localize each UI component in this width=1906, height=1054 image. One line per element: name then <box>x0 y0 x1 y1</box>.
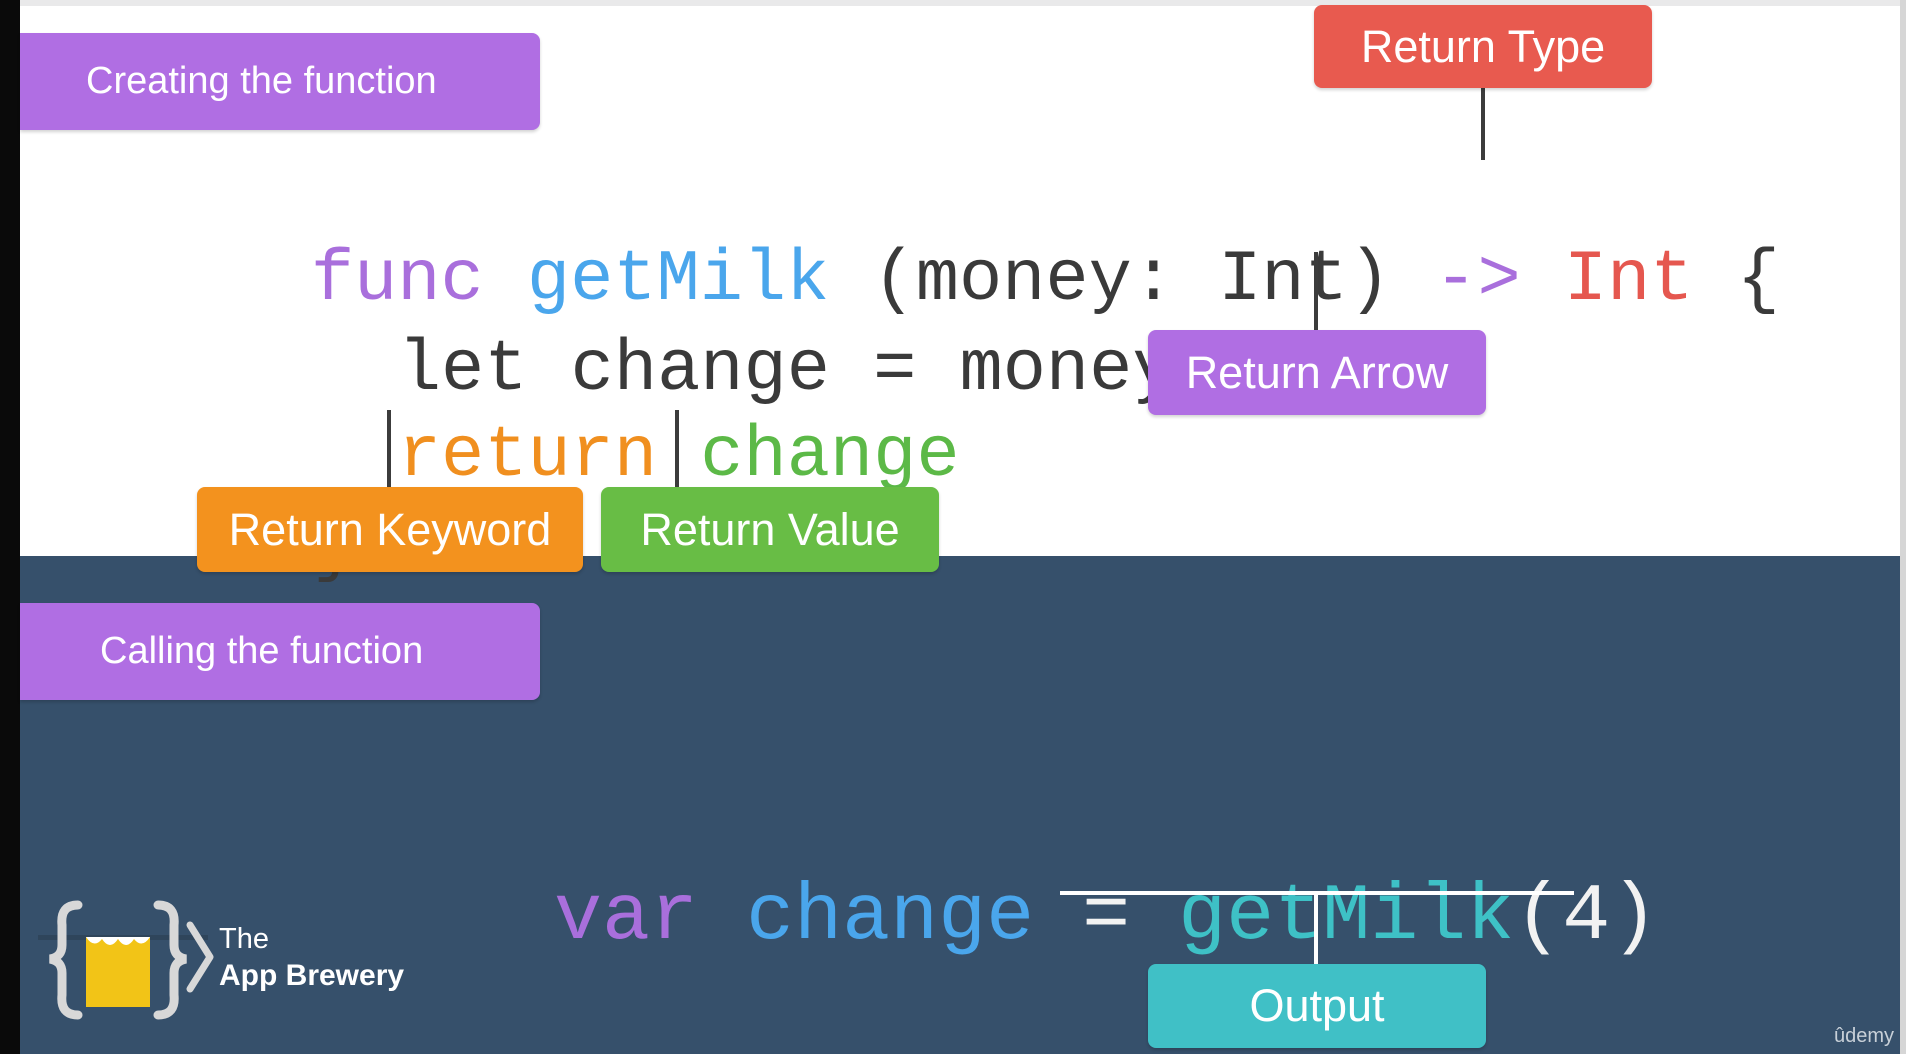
right-border <box>1900 0 1906 1054</box>
call-arguments: (4) <box>1514 872 1659 963</box>
return-type-code: Int <box>1563 239 1694 321</box>
return-arrow-code: -> <box>1434 239 1521 321</box>
return-type-connector <box>1481 86 1485 160</box>
open-brace: { <box>1736 239 1780 321</box>
brewery-mug-icon <box>38 900 214 1020</box>
call-function-name: getMilk <box>1178 872 1515 963</box>
output-label: Output <box>1148 964 1486 1048</box>
return-arrow-text: Return Arrow <box>1185 346 1449 398</box>
return-value-code: change <box>700 415 960 497</box>
return-type-text: Return Type <box>1360 20 1606 72</box>
return-arrow-label: Return Arrow <box>1148 330 1486 415</box>
logo-text-app-brewery: App Brewery <box>219 959 405 992</box>
var-keyword: var <box>554 872 699 963</box>
return-keyword-connector <box>387 410 391 488</box>
slide: Creating the function Calling the functi… <box>0 0 1906 1054</box>
return-keyword-text: Return Keyword <box>228 503 552 555</box>
return-arrow-connector <box>1314 252 1318 332</box>
creating-section-label: Creating the function <box>86 60 437 102</box>
return-value-text: Return Value <box>640 503 900 555</box>
var-name: change <box>746 872 1035 963</box>
return-value-label: Return Value <box>601 487 939 572</box>
udemy-watermark: ûdemy <box>1833 1025 1894 1047</box>
output-connector <box>1314 895 1318 965</box>
return-value-connector <box>675 410 679 488</box>
output-text: Output <box>1249 980 1385 1031</box>
logo-text-the: The <box>219 923 269 955</box>
return-keyword-label: Return Keyword <box>197 487 583 572</box>
assign-operator: = <box>1082 872 1131 963</box>
return-type-label: Return Type <box>1314 5 1652 88</box>
return-keyword-code: return <box>397 415 658 497</box>
app-brewery-logo: The App Brewery <box>38 895 438 1025</box>
creating-section-header: Creating the function <box>20 33 540 130</box>
left-border <box>0 0 20 1054</box>
